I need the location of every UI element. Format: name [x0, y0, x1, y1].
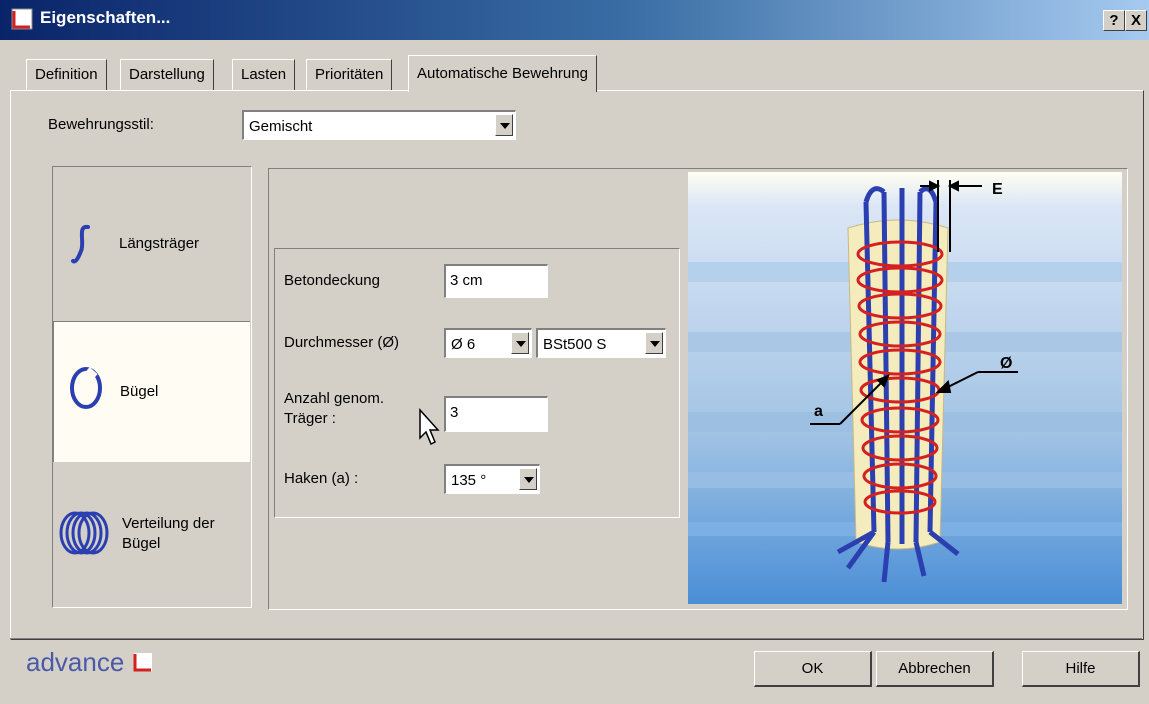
reinforcement-style-select[interactable]: Gemischt [242, 110, 516, 140]
footer-divider [10, 638, 1142, 639]
help-button[interactable]: Hilfe [1022, 651, 1140, 687]
close-button[interactable]: X [1125, 10, 1147, 31]
app-logo-icon [11, 8, 33, 30]
cover-label: Betondeckung [284, 272, 380, 289]
diameter-value: Ø 6 [451, 336, 476, 353]
sidebar-item-label: Verteilung der [122, 515, 215, 532]
sidebar-item-label: Längsträger [119, 235, 200, 252]
diameter-label: Durchmesser (Ø) [284, 334, 400, 351]
mouse-cursor-icon [419, 408, 440, 446]
ok-button[interactable]: OK [754, 651, 872, 687]
logo-mark-icon [133, 653, 152, 672]
label-e: E [992, 181, 1003, 198]
reinforcement-style-label: Bewehrungsstil: [48, 116, 154, 133]
sidebar-item-laengstraeger[interactable]: Längsträger [53, 167, 249, 319]
sidebar-item-label: Bügel [122, 535, 161, 552]
tab-prioritaeten[interactable]: Prioritäten [306, 59, 393, 90]
category-sidebar: Längsträger Bügel Verteilung der Bügel [52, 166, 252, 608]
reinforcement-diagram: E Ø a [688, 172, 1122, 604]
chevron-down-icon[interactable] [519, 468, 537, 490]
sidebar-item-buegel[interactable]: Bügel [53, 321, 250, 462]
properties-dialog: Eigenschaften... ? X Definition Darstell… [0, 0, 1149, 704]
hook-angle-select[interactable]: 135 ° [444, 464, 540, 494]
cancel-button[interactable]: Abbrechen [876, 651, 994, 687]
cover-input[interactable]: 3 cm [444, 264, 548, 298]
chevron-down-icon[interactable] [645, 332, 663, 354]
title-bar[interactable]: Eigenschaften... ? X [0, 0, 1149, 40]
chevron-down-icon[interactable] [511, 332, 529, 354]
longitudinal-bar-icon [71, 224, 90, 264]
hook-label: Haken (a) : [284, 470, 359, 487]
label-diameter: Ø [1000, 355, 1012, 372]
count-input[interactable]: 3 [444, 396, 548, 432]
sidebar-item-verteilung[interactable]: Verteilung der Bügel [53, 463, 249, 605]
count-label: Anzahl genom. [284, 390, 385, 407]
steel-grade-select[interactable]: BSt500 S [536, 328, 666, 358]
hook-angle-value: 135 ° [451, 472, 487, 489]
help-title-button[interactable]: ? [1103, 10, 1125, 31]
tab-lasten[interactable]: Lasten [232, 59, 296, 90]
sidebar-item-label: Bügel [120, 383, 159, 400]
diameter-select[interactable]: Ø 6 [444, 328, 532, 358]
reinforcement-style-value: Gemischt [249, 118, 313, 135]
logo-text: advance [26, 647, 125, 677]
label-a: a [814, 403, 823, 420]
tab-definition[interactable]: Definition [26, 59, 107, 90]
stirrup-distribution-icon [59, 511, 109, 555]
stirrup-icon [70, 367, 102, 409]
chevron-down-icon[interactable] [495, 114, 513, 136]
tab-automatische-bewehrung[interactable]: Automatische Bewehrung [408, 55, 597, 92]
advance-logo: advance [26, 647, 154, 678]
tab-darstellung[interactable]: Darstellung [120, 59, 214, 90]
window-title: Eigenschaften... [40, 8, 171, 27]
count-label-2: Träger : [284, 410, 336, 427]
steel-grade-value: BSt500 S [543, 336, 607, 353]
